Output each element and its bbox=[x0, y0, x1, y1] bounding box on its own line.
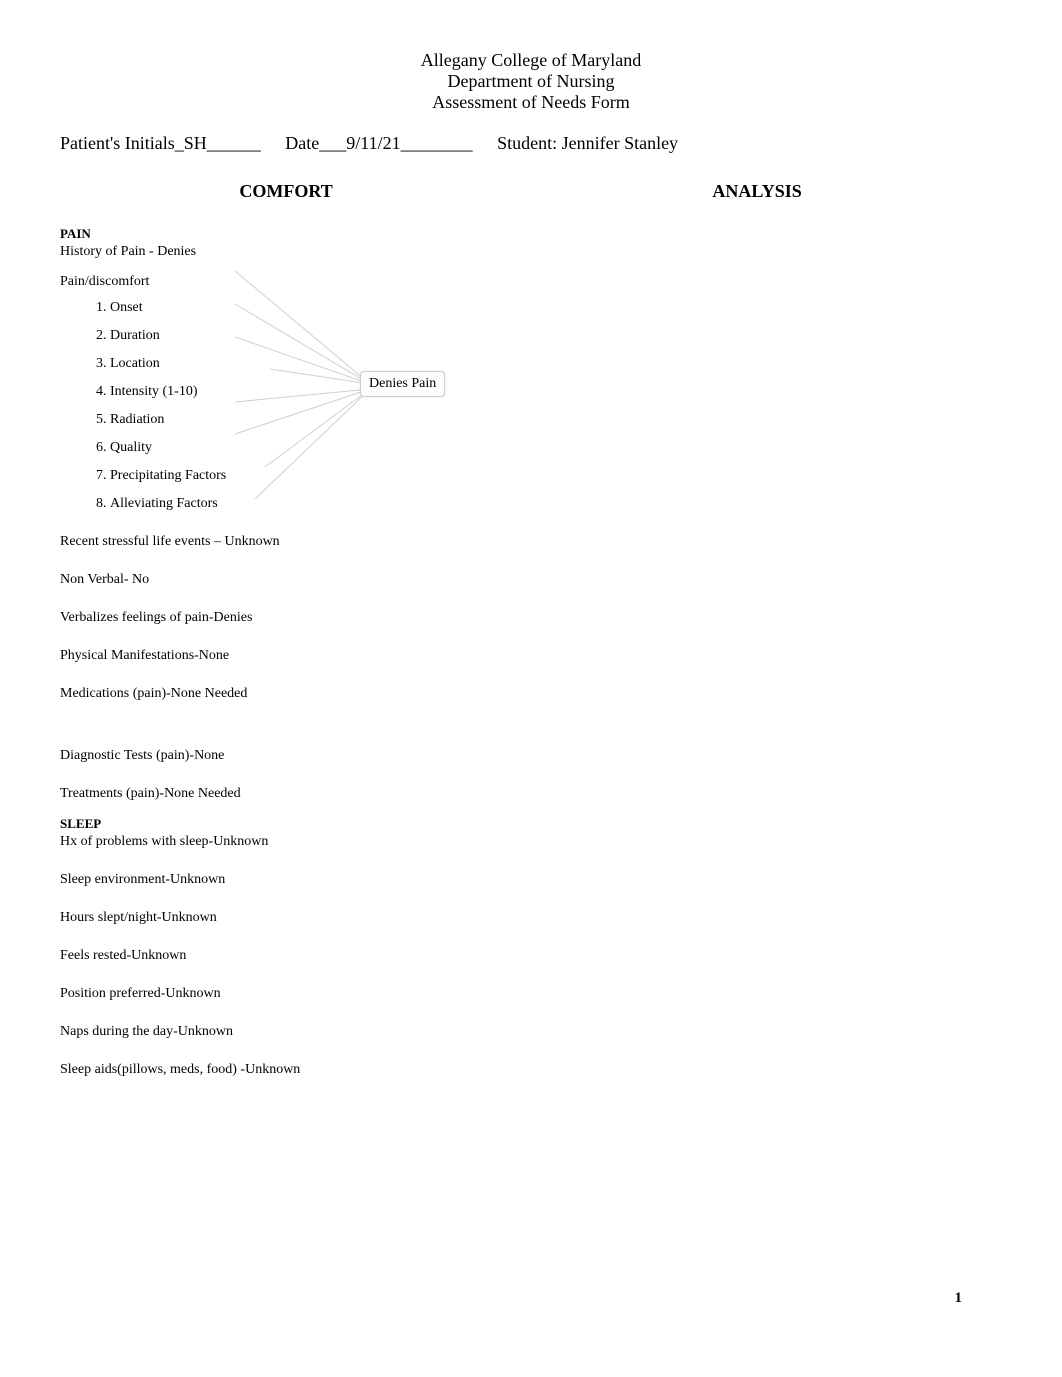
date-value: 9/11/21________ bbox=[346, 133, 472, 153]
treatments: Treatments (pain)-None Needed bbox=[60, 786, 512, 802]
initials-label: Patient's Initials_ bbox=[60, 133, 184, 153]
feels-rested: Feels rested-Unknown bbox=[60, 948, 512, 964]
columns-container: COMFORT PAIN History of Pain - Denies Pa… bbox=[60, 169, 1002, 1080]
medications: Medications (pain)-None Needed bbox=[60, 686, 512, 702]
student-group: Student: Jennifer Stanley bbox=[497, 133, 678, 154]
pain-item-intensity: Intensity (1-10) bbox=[110, 378, 512, 406]
pain-item-precipitating: Precipitating Factors bbox=[110, 462, 512, 490]
pain-item-alleviating: Alleviating Factors bbox=[110, 490, 512, 518]
analysis-header: ANALYSIS bbox=[512, 169, 1002, 224]
hours-slept: Hours slept/night-Unknown bbox=[60, 910, 512, 926]
hx-sleep: Hx of problems with sleep-Unknown bbox=[60, 834, 512, 850]
sleep-environment: Sleep environment-Unknown bbox=[60, 872, 512, 888]
pain-item-quality: Quality bbox=[110, 434, 512, 462]
document-header: Allegany College of Maryland Department … bbox=[60, 50, 1002, 113]
student-label: Student: bbox=[497, 133, 562, 153]
comfort-header: COMFORT bbox=[60, 169, 512, 224]
patient-info-row: Patient's Initials_SH______ Date___9/11/… bbox=[60, 133, 1002, 154]
pain-item-radiation: Radiation bbox=[110, 406, 512, 434]
naps: Naps during the day-Unknown bbox=[60, 1024, 512, 1040]
header-line-3: Assessment of Needs Form bbox=[60, 92, 1002, 113]
verbalizes: Verbalizes feelings of pain-Denies bbox=[60, 610, 512, 626]
header-line-2: Department of Nursing bbox=[60, 71, 1002, 92]
comfort-column: COMFORT PAIN History of Pain - Denies Pa… bbox=[60, 169, 512, 1080]
physical-manifestations: Physical Manifestations-None bbox=[60, 648, 512, 664]
date-group: Date___9/11/21________ bbox=[285, 133, 472, 154]
initials-value: SH______ bbox=[184, 133, 261, 153]
sleep-section-title: SLEEP bbox=[60, 816, 512, 832]
pain-item-location: Location bbox=[110, 350, 512, 378]
recent-stress: Recent stressful life events – Unknown bbox=[60, 534, 512, 550]
pain-discomfort-label: Pain/discomfort bbox=[60, 274, 512, 290]
diagnostic-tests: Diagnostic Tests (pain)-None bbox=[60, 748, 512, 764]
nonverbal: Non Verbal- No bbox=[60, 572, 512, 588]
position-preferred: Position preferred-Unknown bbox=[60, 986, 512, 1002]
header-line-1: Allegany College of Maryland bbox=[60, 50, 1002, 71]
callout-text: Denies Pain bbox=[369, 376, 436, 391]
page-number: 1 bbox=[955, 1290, 963, 1307]
pain-item-duration: Duration bbox=[110, 322, 512, 350]
sleep-aids: Sleep aids(pillows, meds, food) -Unknown bbox=[60, 1062, 512, 1078]
pain-items-list: Onset Duration Location Intensity (1-10)… bbox=[60, 294, 512, 518]
pain-section-title: PAIN bbox=[60, 226, 512, 242]
page: Allegany College of Maryland Department … bbox=[60, 50, 1002, 1327]
patient-initials-group: Patient's Initials_SH______ bbox=[60, 133, 261, 154]
history-pain: History of Pain - Denies bbox=[60, 244, 512, 260]
student-value: Jennifer Stanley bbox=[562, 133, 678, 153]
analysis-column: ANALYSIS bbox=[512, 169, 1002, 1080]
pain-item-onset: Onset bbox=[110, 294, 512, 322]
denies-pain-callout: Denies Pain bbox=[360, 371, 445, 397]
date-label: Date___ bbox=[285, 133, 346, 153]
